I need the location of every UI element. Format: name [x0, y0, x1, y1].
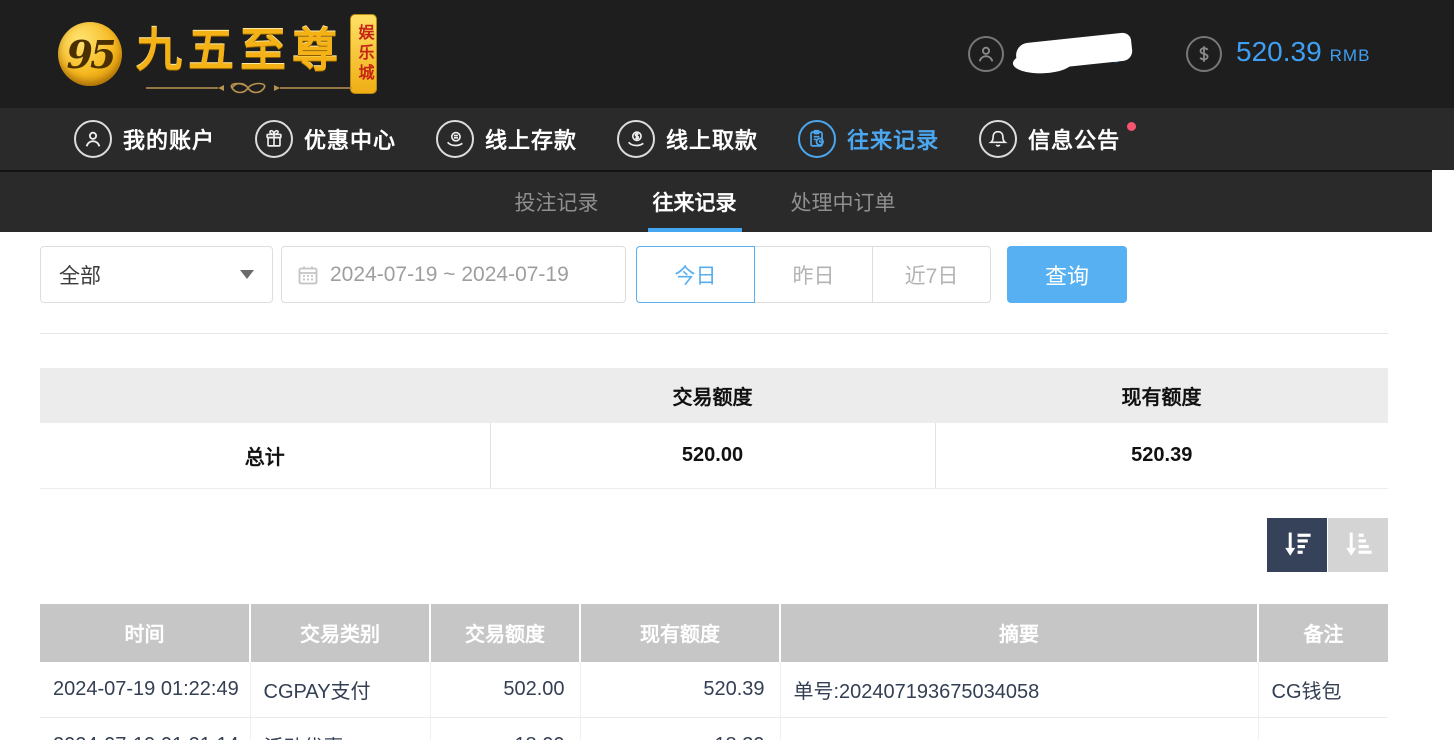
records-icon	[798, 120, 836, 158]
brand-title: 九五至尊	[136, 24, 344, 76]
sort-ascending-button[interactable]	[1328, 518, 1388, 572]
cell-balance: 18.39	[580, 718, 780, 740]
calendar-icon	[296, 263, 320, 287]
balance-amount: 520.39	[1236, 36, 1322, 68]
date-range-input[interactable]: 2024-07-19 ~ 2024-07-19	[281, 246, 626, 303]
col-header-summary: 摘要	[780, 604, 1258, 662]
balance-currency: RMB	[1330, 46, 1371, 66]
user-icon	[74, 120, 112, 158]
nav-item-promotions[interactable]: 优惠中心	[255, 120, 396, 158]
yesterday-button[interactable]: 昨日	[754, 246, 873, 303]
date-range-value: 2024-07-19 ~ 2024-07-19	[330, 263, 569, 287]
summary-total-label: 总计	[40, 423, 490, 488]
nav-item-withdraw[interactable]: 线上取款	[617, 120, 758, 158]
col-header-note: 备注	[1258, 604, 1388, 662]
gift-icon	[255, 120, 293, 158]
nav-item-label: 线上存款	[485, 123, 577, 155]
tab-label: 处理中订单	[791, 187, 896, 217]
cell-amount: 18.00	[430, 718, 580, 740]
today-button[interactable]: 今日	[636, 246, 755, 303]
col-header-amount: 交易额度	[430, 604, 580, 662]
user-icon	[968, 36, 1004, 72]
summary-total-amount: 520.00	[490, 423, 935, 488]
col-header-type: 交易类别	[250, 604, 430, 662]
content: 全部 2024-07-19 ~ 2024-07-19 今日 昨日	[0, 232, 1454, 740]
sort-ascending-icon	[1341, 528, 1375, 562]
page: 95 九五至尊 娱乐城 0	[0, 0, 1454, 740]
cell-note	[1258, 718, 1388, 740]
summary-total-row: 总计 520.00 520.39	[40, 423, 1388, 488]
last-7-days-button[interactable]: 近7日	[872, 246, 991, 303]
cell-type: 活动优惠	[250, 718, 430, 740]
type-select[interactable]: 全部	[40, 246, 273, 303]
table-row: 2024-07-19 01:21:14 活动优惠 18.00 18.39	[40, 718, 1388, 740]
summary-total-balance: 520.39	[935, 423, 1388, 488]
records-table: 时间 交易类别 交易额度 现有额度 摘要 备注 2024-07-19 01:22…	[40, 604, 1388, 740]
summary-header-balance: 现有额度	[935, 368, 1388, 423]
nav-item-label: 优惠中心	[304, 123, 396, 155]
cell-type: CGPAY支付	[250, 662, 430, 718]
main-nav: 我的账户 优惠中心 线上存款	[0, 108, 1454, 170]
sub-nav: 投注记录 往来记录 处理中订单	[0, 170, 1432, 232]
logo-monogram: 95	[67, 32, 114, 77]
records-header-row: 时间 交易类别 交易额度 现有额度 摘要 备注	[40, 604, 1388, 662]
quick-date-group: 今日 昨日 近7日	[636, 246, 991, 303]
tab-betting-records[interactable]: 投注记录	[488, 172, 626, 232]
notification-dot	[1127, 122, 1136, 131]
nav-item-label: 往来记录	[847, 123, 939, 155]
balance: 520.39 RMB	[1186, 36, 1370, 72]
type-select-value: 全部	[59, 260, 101, 290]
tab-transaction-records[interactable]: 往来记录	[626, 172, 764, 232]
col-header-time: 时间	[40, 604, 250, 662]
summary-header-row: 交易额度 现有额度	[40, 368, 1388, 423]
dollar-icon	[1186, 36, 1222, 72]
nav-item-label: 信息公告	[1028, 123, 1120, 155]
sort-descending-button[interactable]	[1267, 518, 1327, 572]
user-account[interactable]: 0	[968, 34, 1166, 74]
nav-item-label: 我的账户	[123, 123, 215, 155]
divider	[40, 333, 1388, 334]
top-header: 95 九五至尊 娱乐城 0	[0, 0, 1454, 108]
tab-label: 投注记录	[515, 187, 599, 217]
flourish-ornament	[144, 80, 354, 96]
deposit-icon	[436, 120, 474, 158]
cell-note: CG钱包	[1258, 662, 1388, 718]
sort-descending-icon	[1280, 528, 1314, 562]
col-header-balance: 现有额度	[580, 604, 780, 662]
brand-badge: 娱乐城	[350, 14, 377, 94]
nav-item-label: 线上取款	[666, 123, 758, 155]
nav-item-my-account[interactable]: 我的账户	[74, 120, 215, 158]
tab-label: 往来记录	[653, 187, 737, 217]
filter-bar: 全部 2024-07-19 ~ 2024-07-19 今日 昨日	[40, 246, 1388, 303]
logo-95-icon: 95	[58, 22, 122, 86]
cell-summary	[780, 718, 1258, 740]
summary-header-amount: 交易额度	[490, 368, 935, 423]
cell-time: 2024-07-19 01:22:49	[40, 662, 250, 718]
withdraw-icon	[617, 120, 655, 158]
query-button[interactable]: 查询	[1007, 246, 1127, 303]
nav-item-deposit[interactable]: 线上存款	[436, 120, 577, 158]
sort-controls	[40, 518, 1388, 572]
logo[interactable]: 95 九五至尊 娱乐城	[58, 10, 377, 98]
bell-icon	[979, 120, 1017, 158]
cell-balance: 520.39	[580, 662, 780, 718]
table-row: 2024-07-19 01:22:49 CGPAY支付 502.00 520.3…	[40, 662, 1388, 718]
summary-table: 交易额度 现有额度 总计 520.00 520.39	[40, 368, 1388, 489]
chevron-down-icon	[240, 270, 254, 279]
tab-pending-orders[interactable]: 处理中订单	[764, 172, 923, 232]
nav-item-transactions[interactable]: 往来记录	[798, 120, 939, 158]
summary-header-blank	[40, 368, 490, 423]
username-masked: 0	[1016, 34, 1166, 74]
nav-item-announcements[interactable]: 信息公告	[979, 120, 1120, 158]
cell-time: 2024-07-19 01:21:14	[40, 718, 250, 740]
cell-summary: 单号:202407193675034058	[780, 662, 1258, 718]
cell-amount: 502.00	[430, 662, 580, 718]
